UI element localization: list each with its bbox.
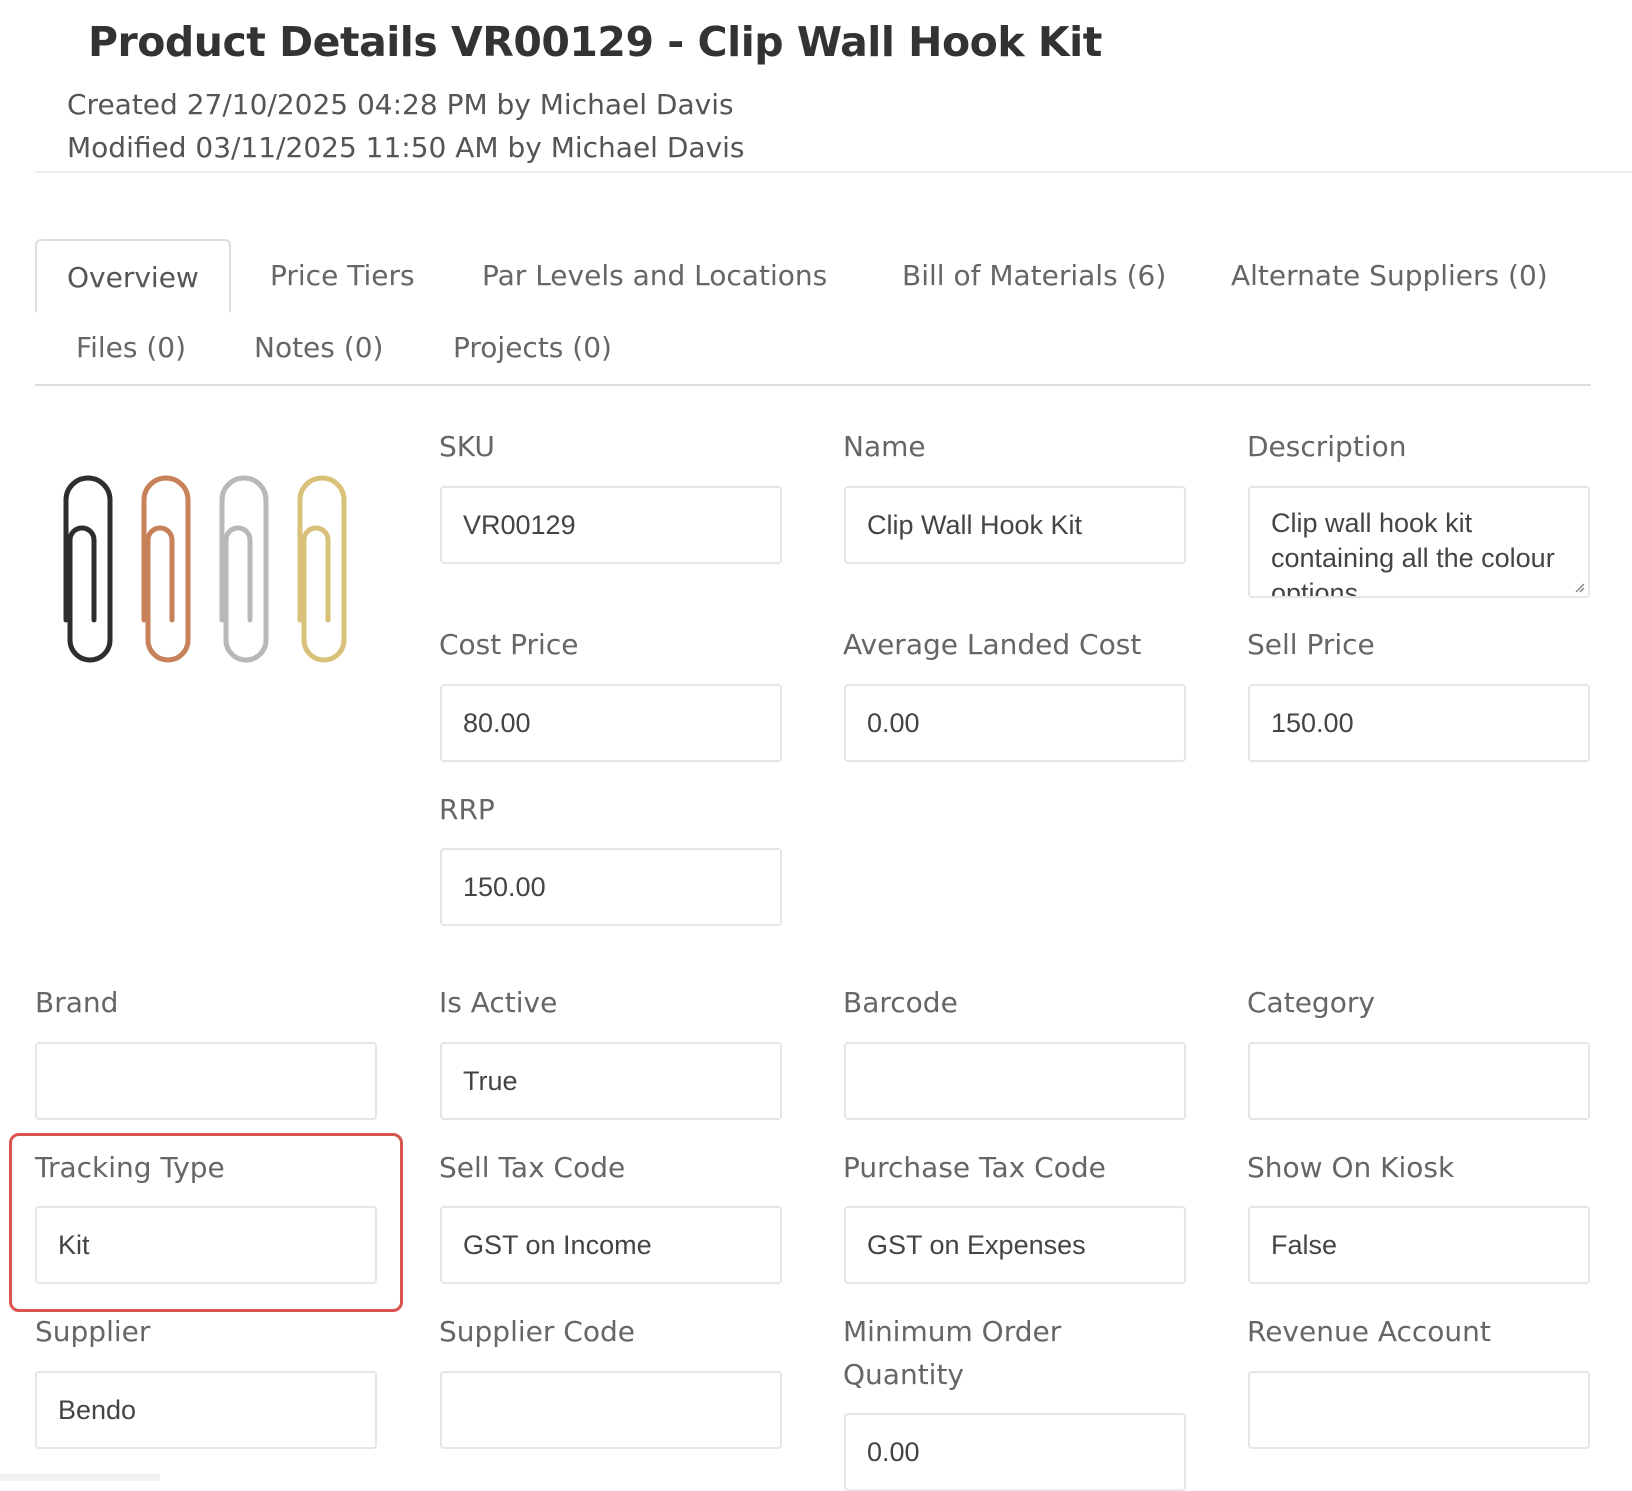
show-on-kiosk-field[interactable]: False (1248, 1206, 1590, 1284)
supplier-code-label: Supplier Code (439, 1315, 635, 1348)
rrp-field[interactable]: 150.00 (440, 848, 782, 926)
supplier-code-field[interactable] (440, 1371, 782, 1449)
supplier-field[interactable]: Bendo (35, 1371, 377, 1449)
tab-projects[interactable]: Projects (0) (453, 311, 612, 385)
sku-label: SKU (439, 430, 495, 463)
barcode-label: Barcode (843, 986, 958, 1019)
tab-bill-of-materials[interactable]: Bill of Materials (6) (902, 239, 1166, 313)
show-on-kiosk-label: Show On Kiosk (1247, 1151, 1455, 1184)
tab-files[interactable]: Files (0) (76, 311, 186, 385)
sku-field[interactable]: VR00129 (440, 486, 782, 564)
barcode-field[interactable] (844, 1042, 1186, 1120)
cost-price-field[interactable]: 80.00 (440, 684, 782, 762)
supplier-label: Supplier (35, 1315, 151, 1348)
created-info: Created 27/10/2025 04:28 PM by Michael D… (67, 88, 734, 121)
header-divider (35, 171, 1632, 173)
average-landed-cost-label: Average Landed Cost (843, 628, 1142, 661)
rrp-label: RRP (439, 793, 495, 826)
brand-field[interactable] (35, 1042, 377, 1120)
black-clip (63, 475, 113, 663)
category-field[interactable] (1248, 1042, 1590, 1120)
cost-price-label: Cost Price (439, 628, 579, 661)
tab-overview[interactable]: Overview (35, 239, 231, 313)
tab-notes[interactable]: Notes (0) (254, 311, 383, 385)
copper-clip (141, 475, 191, 663)
sell-tax-code-label: Sell Tax Code (439, 1151, 626, 1184)
gold-clip (297, 475, 347, 663)
minimum-order-quantity-field[interactable]: 0.00 (844, 1413, 1186, 1491)
name-field[interactable]: Clip Wall Hook Kit (844, 486, 1186, 564)
resize-handle-icon[interactable] (1573, 581, 1585, 593)
average-landed-cost-field[interactable]: 0.00 (844, 684, 1186, 762)
sell-price-field[interactable]: 150.00 (1248, 684, 1590, 762)
page-title: Product Details VR00129 - Clip Wall Hook… (88, 18, 1102, 66)
name-label: Name (843, 430, 926, 463)
is-active-label: Is Active (439, 986, 558, 1019)
brand-label: Brand (35, 986, 119, 1019)
description-text: Clip wall hook kit containing all the co… (1271, 508, 1555, 598)
description-label: Description (1247, 430, 1407, 463)
description-textarea[interactable]: Clip wall hook kit containing all the co… (1248, 486, 1590, 598)
purchase-tax-code-label: Purchase Tax Code (843, 1151, 1106, 1184)
tab-alternate-suppliers[interactable]: Alternate Suppliers (0) (1231, 239, 1548, 313)
tab-par-levels-and-locations[interactable]: Par Levels and Locations (482, 239, 827, 313)
is-active-field[interactable]: True (440, 1042, 782, 1120)
silver-clip (219, 475, 269, 663)
category-label: Category (1247, 986, 1375, 1019)
paperclips-image (63, 475, 347, 663)
sell-tax-code-field[interactable]: GST on Income (440, 1206, 782, 1284)
tracking-type-highlight (9, 1133, 403, 1312)
purchase-tax-code-field[interactable]: GST on Expenses (844, 1206, 1186, 1284)
minimum-order-quantity-label: Minimum Order Quantity (843, 1315, 1062, 1392)
bottom-edge (0, 1474, 160, 1481)
modified-info: Modified 03/11/2025 11:50 AM by Michael … (67, 131, 745, 164)
sell-price-label: Sell Price (1247, 628, 1375, 661)
revenue-account-field[interactable] (1248, 1371, 1590, 1449)
tabs-divider (35, 384, 1591, 386)
tab-price-tiers[interactable]: Price Tiers (270, 239, 415, 313)
revenue-account-label: Revenue Account (1247, 1315, 1491, 1348)
